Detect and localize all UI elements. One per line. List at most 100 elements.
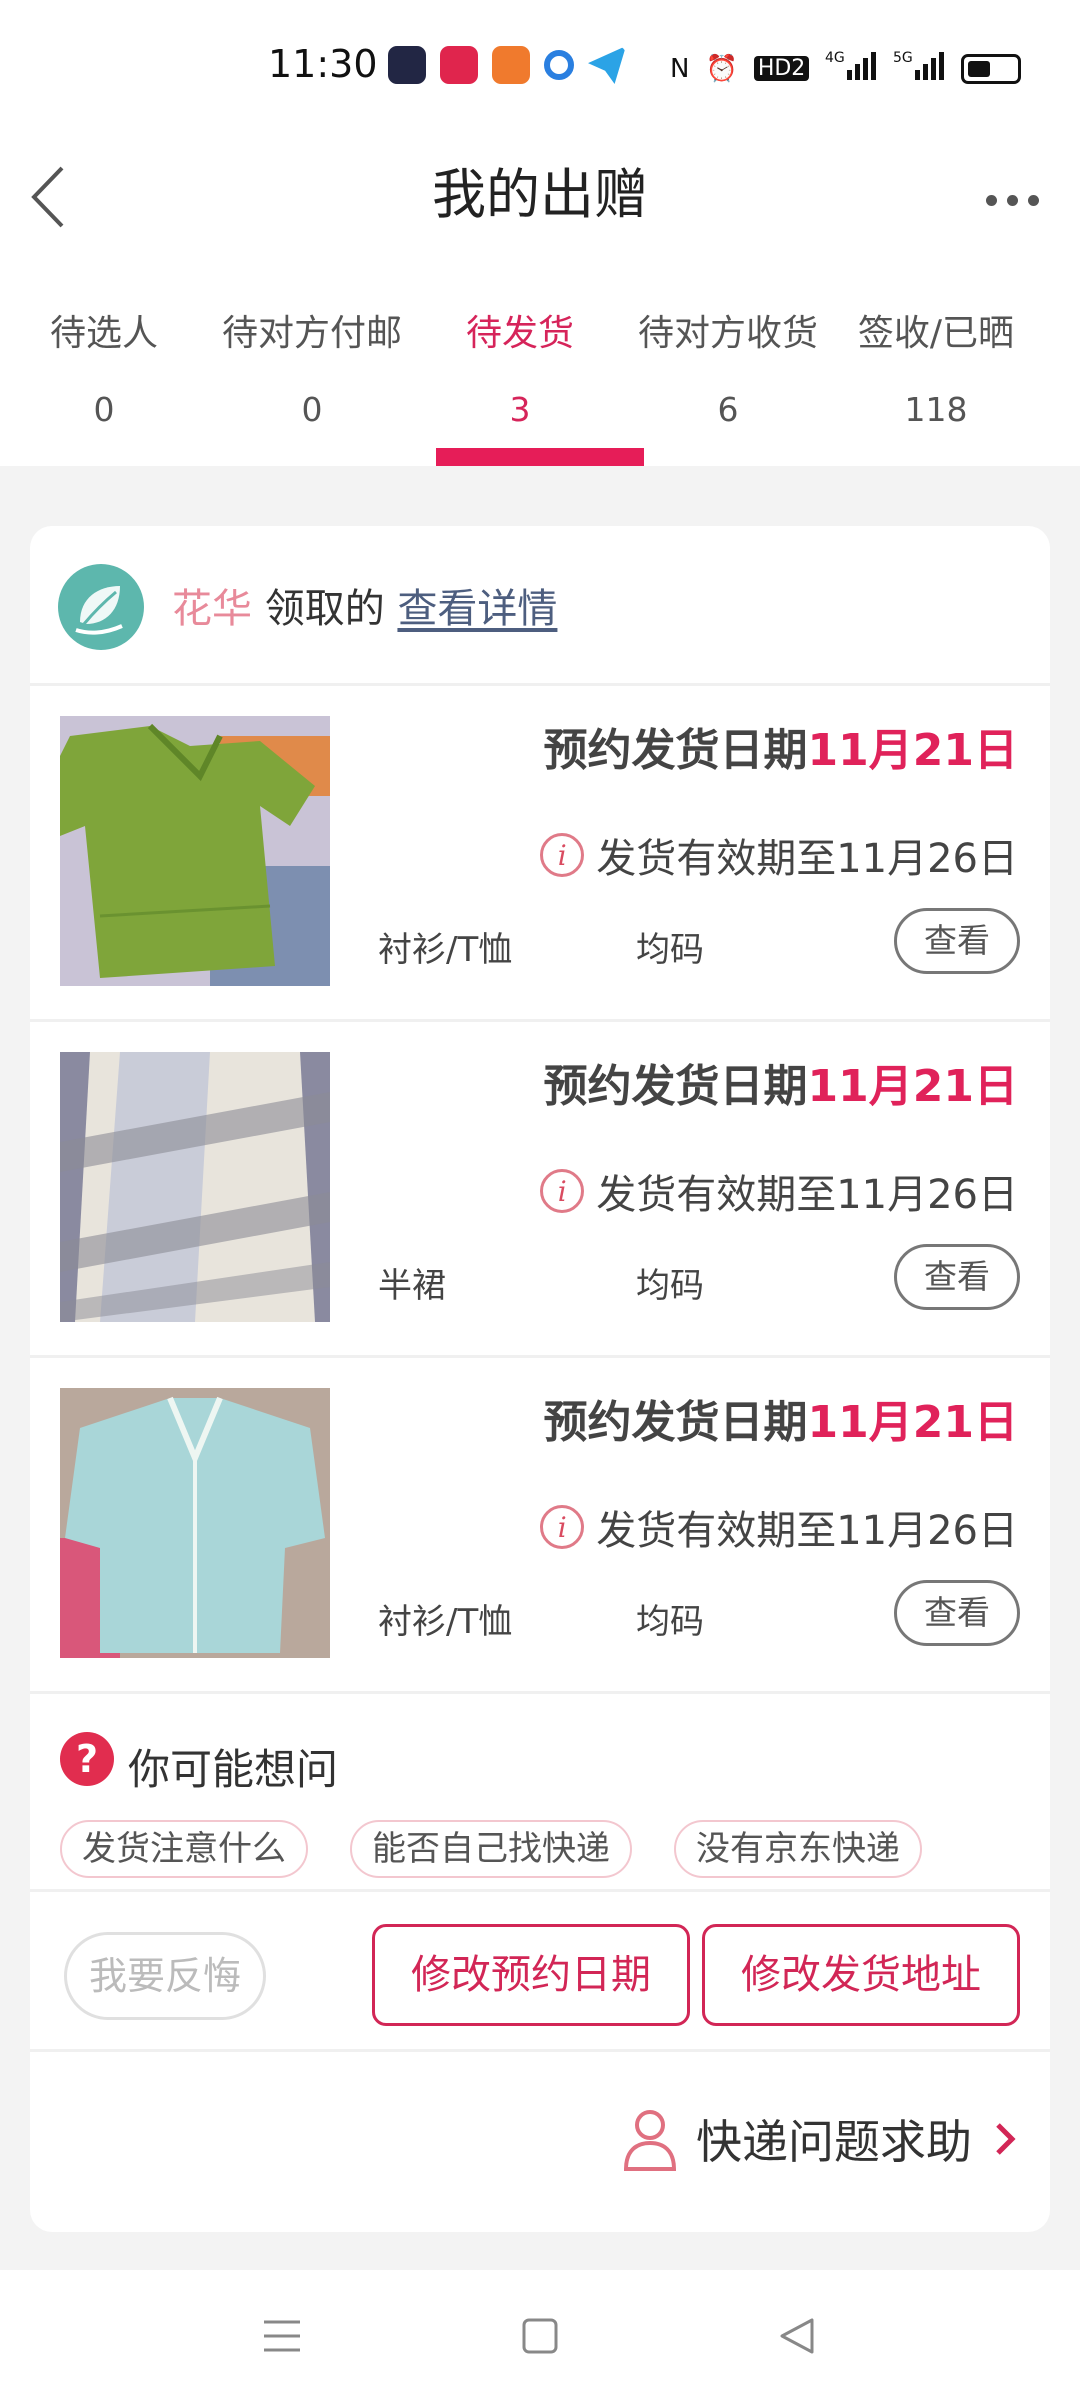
- avatar[interactable]: [58, 564, 144, 650]
- ship-validity-text: 发货有效期至11月26日: [596, 1508, 1018, 1554]
- ship-validity: i 发货有效期至11月26日: [540, 1162, 1018, 1220]
- header: 我的出赠: [0, 130, 1080, 280]
- nfc-icon: N: [670, 53, 690, 84]
- chevron-right-icon: [996, 2123, 1016, 2155]
- tab-label: 待对方付邮: [221, 313, 402, 354]
- leaf-icon: [75, 586, 123, 635]
- view-button[interactable]: 查看: [894, 1244, 1020, 1310]
- ship-date: 预约发货日期11月21日: [544, 1050, 1018, 1114]
- ship-date-value: 11月21日: [807, 1061, 1018, 1112]
- tab-pending-shipment[interactable]: 待发货 3: [416, 280, 624, 466]
- tab-count: 6: [717, 390, 739, 429]
- ship-date-label: 预约发货日期: [543, 725, 808, 776]
- item-category: 半裙: [378, 1266, 446, 1306]
- tab-pending-postage[interactable]: 待对方付邮 0: [208, 280, 416, 466]
- more-options-button[interactable]: [972, 170, 1052, 230]
- tab-pending-selection[interactable]: 待选人 0: [0, 280, 208, 466]
- receiver-name[interactable]: 花华: [172, 586, 252, 632]
- notification-icons: [388, 46, 626, 84]
- menu-icon[interactable]: [260, 2314, 304, 2358]
- telegram-icon: [588, 46, 626, 84]
- receiver-text: 花华 领取的 查看详情: [172, 576, 557, 634]
- status-indicators: N ⏰ HD2 4G 5G: [670, 48, 1022, 89]
- info-icon: i: [540, 833, 585, 877]
- alarm-icon: ⏰: [705, 53, 738, 84]
- ship-validity-text: 发货有效期至11月26日: [596, 836, 1018, 882]
- more-dot-icon: [985, 194, 997, 206]
- tab-received-shared[interactable]: 签收/已晒 118: [832, 280, 1040, 466]
- ship-validity-text: 发货有效期至11月26日: [596, 1172, 1018, 1218]
- ship-date: 预约发货日期11月21日: [544, 1386, 1018, 1450]
- view-details-link[interactable]: 查看详情: [397, 586, 557, 632]
- courier-help-row[interactable]: 快递问题求助: [30, 2052, 1050, 2232]
- item-category: 衬衫/T恤: [378, 930, 513, 970]
- faq-chip-own-courier[interactable]: 能否自己找快递: [350, 1820, 632, 1878]
- ship-validity: i 发货有效期至11月26日: [540, 826, 1018, 884]
- system-nav-bar: [0, 2270, 1080, 2400]
- change-date-button[interactable]: 修改预约日期: [372, 1924, 690, 2026]
- regret-button[interactable]: 我要反悔: [64, 1932, 266, 2020]
- faq-section: ? 你可能想问 发货注意什么 能否自己找快递 没有京东快递: [30, 1692, 1050, 1892]
- ship-date-value: 11月21日: [807, 725, 1018, 776]
- tab-label: 待选人: [49, 313, 158, 354]
- list-item[interactable]: 预约发货日期11月21日 i 发货有效期至11月26日 衬衫/T恤 均码 查看: [30, 686, 1050, 1022]
- faq-title: 你可能想问: [128, 1745, 339, 1794]
- item-size: 均码: [636, 930, 704, 970]
- svg-text:5G: 5G: [893, 50, 913, 66]
- ship-date-label: 预约发货日期: [543, 1397, 808, 1448]
- tab-count: 0: [301, 390, 323, 429]
- svg-text:4G: 4G: [825, 50, 845, 66]
- item-photo-green-tshirt[interactable]: [60, 716, 330, 986]
- signal-4g-icon: 4G: [825, 48, 877, 89]
- receiver-row: 花华 领取的 查看详情: [30, 526, 1050, 686]
- status-bar: 11:30 N ⏰ HD2 4G 5G: [0, 0, 1080, 130]
- app-notification-icon: [388, 46, 426, 84]
- more-dot-icon: [1027, 194, 1039, 206]
- ship-date: 预约发货日期11月21日: [544, 714, 1018, 778]
- back-triangle-icon[interactable]: [776, 2314, 820, 2358]
- info-icon: i: [540, 1169, 585, 1213]
- signal-5g-icon: 5G: [893, 48, 945, 89]
- status-time: 11:30: [268, 42, 378, 86]
- action-bar: 我要反悔 修改预约日期 修改发货地址: [30, 1892, 1050, 2052]
- question-icon: ?: [60, 1732, 114, 1786]
- receiver-action: 领取的: [264, 586, 385, 632]
- ship-validity: i 发货有效期至11月26日: [540, 1498, 1018, 1556]
- video-app-icon: [440, 46, 478, 84]
- list-item[interactable]: 预约发货日期11月21日 i 发货有效期至11月26日 衬衫/T恤 均码 查看: [30, 1358, 1050, 1694]
- active-tab-indicator: [436, 448, 644, 466]
- view-button[interactable]: 查看: [894, 1580, 1020, 1646]
- tab-count: 0: [93, 390, 115, 429]
- ship-date-label: 预约发货日期: [543, 1061, 808, 1112]
- item-photo-skirt[interactable]: [60, 1052, 330, 1322]
- view-button[interactable]: 查看: [894, 908, 1020, 974]
- home-icon[interactable]: [518, 2314, 562, 2358]
- courier-help-label: 快递问题求助: [696, 2115, 972, 2169]
- tab-count: 3: [509, 390, 531, 429]
- tab-label: 待发货: [465, 313, 574, 354]
- person-icon: [623, 2110, 677, 2171]
- item-size: 均码: [636, 1266, 704, 1306]
- tab-count: 118: [904, 390, 968, 429]
- ship-date-value: 11月21日: [807, 1397, 1018, 1448]
- courier-help-link[interactable]: 快递问题求助: [622, 2106, 1020, 2172]
- list-item[interactable]: 预约发货日期11月21日 i 发货有效期至11月26日 半裙 均码 查看: [30, 1022, 1050, 1358]
- status-tabs: 待选人 0 待对方付邮 0 待发货 3 待对方收货 6 签收/已晒 118: [0, 280, 1080, 466]
- tab-label: 待对方收货: [637, 313, 818, 354]
- shopping-app-icon: [492, 46, 530, 84]
- battery-icon: [961, 53, 1022, 84]
- faq-chip-shipping-notes[interactable]: 发货注意什么: [60, 1820, 308, 1878]
- item-category: 衬衫/T恤: [378, 1602, 513, 1642]
- page-title: 我的出赠: [432, 163, 648, 226]
- faq-chip-no-jd-express[interactable]: 没有京东快递: [674, 1820, 922, 1878]
- item-photo-blue-blouse[interactable]: [60, 1388, 330, 1658]
- tab-pending-receipt[interactable]: 待对方收货 6: [624, 280, 832, 466]
- item-size: 均码: [636, 1602, 704, 1642]
- info-icon: i: [540, 1505, 585, 1549]
- tab-label: 签收/已晒: [857, 313, 1015, 354]
- change-address-button[interactable]: 修改发货地址: [702, 1924, 1020, 2026]
- browser-app-icon: [544, 50, 574, 80]
- order-card: 花华 领取的 查看详情 预约发货日期11月21日 i 发货有效期至11月26日 …: [30, 526, 1050, 2232]
- more-dot-icon: [1006, 194, 1018, 206]
- hd-voice-icon: HD2: [753, 56, 810, 81]
